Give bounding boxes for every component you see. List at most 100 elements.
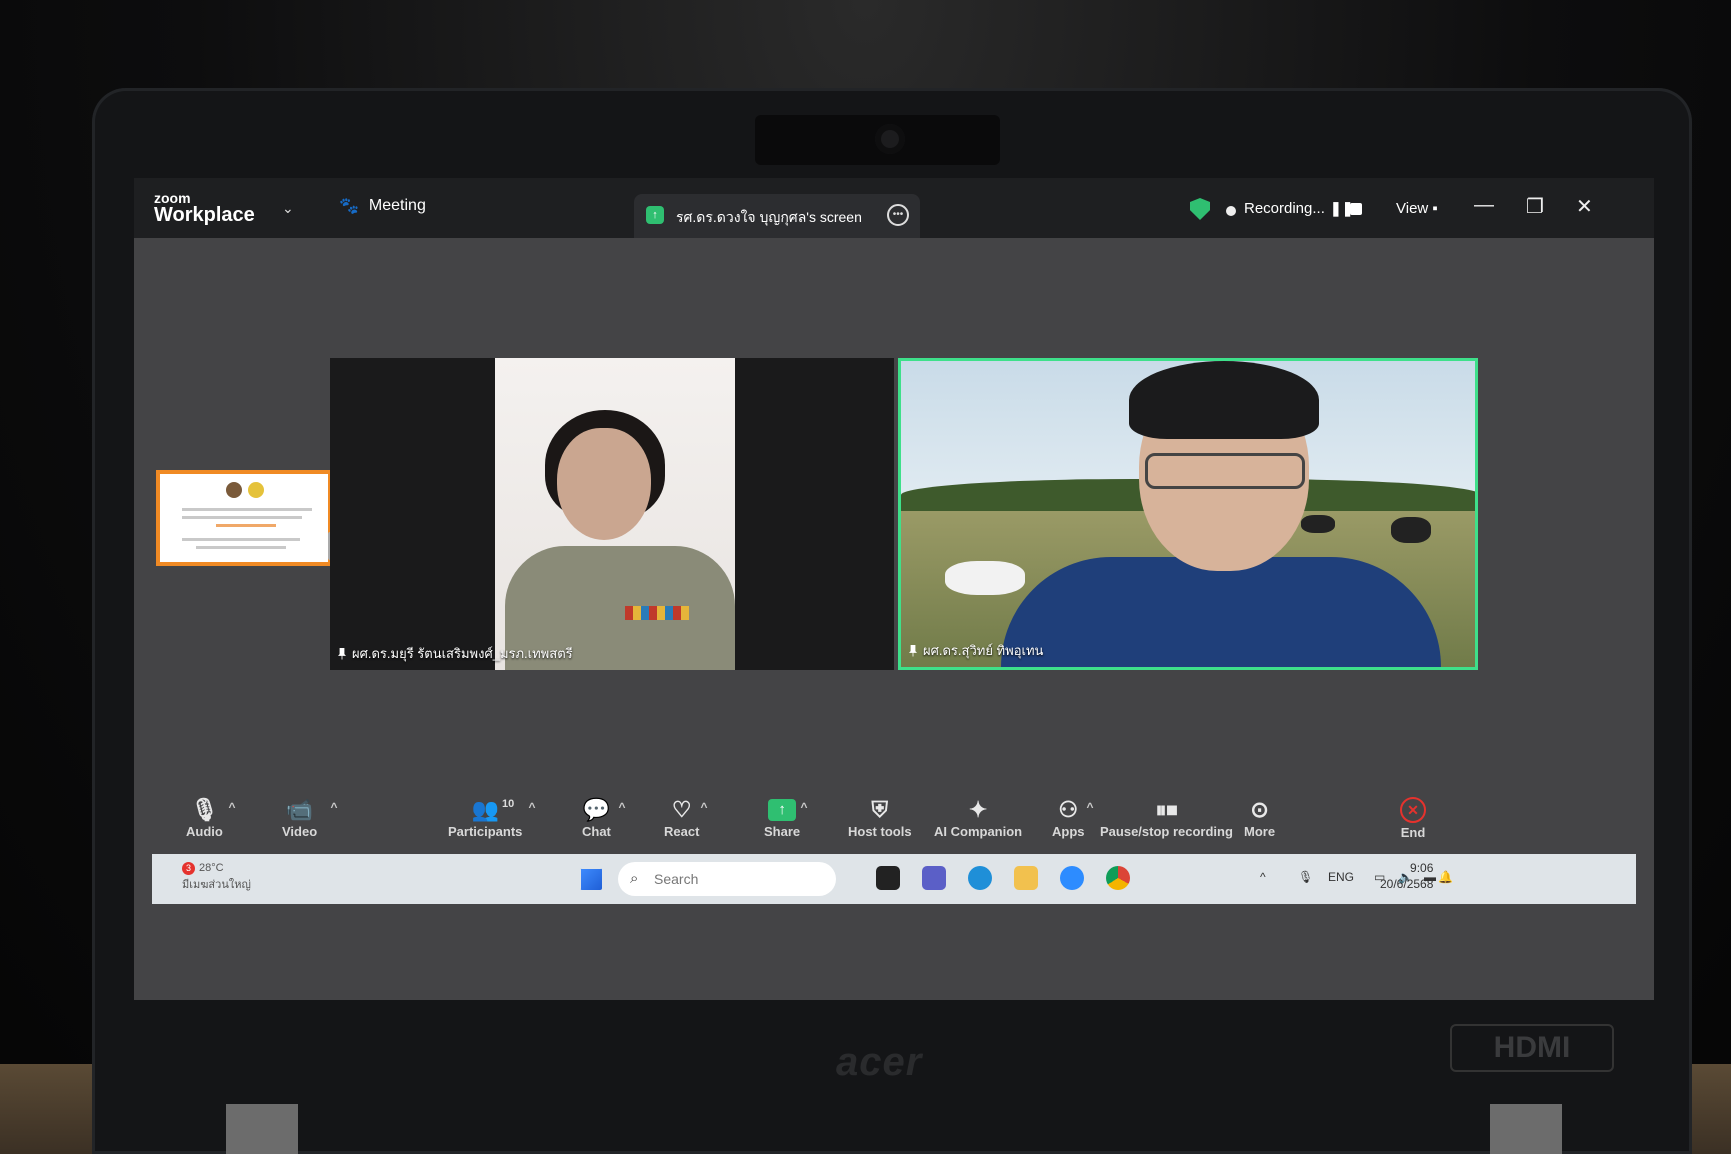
video-tile-participant[interactable]: ผศ.ดร.มยุรี รัตนเสริมพงศ์_มรภ.เทพสตรี: [330, 358, 894, 670]
chevron-up-icon[interactable]: ^: [701, 800, 708, 814]
task-view-icon[interactable]: [876, 866, 900, 890]
share-arrow-icon: ↑: [768, 799, 797, 821]
microphone-tray-icon[interactable]: 🎙: [1298, 870, 1313, 884]
video-label: Video: [282, 824, 318, 839]
thumbnail-text-line: [196, 546, 286, 549]
restore-icon[interactable]: ❐: [1526, 194, 1544, 219]
clock-date: 20/6/2568: [1380, 877, 1434, 891]
speaker-name-tag: ผศ.ดร.สุวิทย์ ทิพอุเทน: [909, 640, 1043, 661]
chevron-up-icon[interactable]: ^: [1087, 800, 1094, 814]
clock-time: 9:06: [1410, 861, 1434, 875]
taskbar-search[interactable]: ⌕ Search: [618, 862, 836, 896]
zoom-taskbar-icon[interactable]: [1060, 866, 1084, 890]
chevron-up-icon[interactable]: ^: [331, 800, 338, 814]
share-label: Share: [764, 824, 801, 839]
apps-label: Apps: [1052, 824, 1085, 839]
thumbnail-text-line: [182, 508, 312, 511]
video-camera-icon: 📹: [285, 797, 314, 822]
uniform-ribbon: [625, 606, 689, 620]
chevron-up-icon[interactable]: ^: [1260, 870, 1266, 884]
video-button[interactable]: 📹 Video: [282, 796, 317, 839]
seal-icon: [248, 482, 264, 498]
chat-label: Chat: [582, 824, 611, 839]
file-explorer-icon[interactable]: [1014, 866, 1038, 890]
host-tools-button[interactable]: ⛨ Host tools: [848, 796, 912, 839]
chevron-up-icon[interactable]: ^: [529, 800, 536, 814]
view-label: View: [1396, 200, 1429, 217]
stop-icon[interactable]: [1350, 203, 1362, 215]
windows-taskbar: 3 28°C มีเมฆส่วนใหญ่ ⌕ Search ^ 🎙 ENG ▭ 🔈…: [152, 854, 1636, 904]
thumbnail-text-line: [216, 524, 276, 527]
participants-button[interactable]: 👥 10 Participants: [448, 796, 522, 839]
participant-face: [557, 428, 651, 540]
share-button[interactable]: ↑ Share: [764, 796, 800, 839]
laptop-brand-logo: acer: [836, 1040, 923, 1084]
react-button[interactable]: ♡ React: [664, 796, 699, 839]
zoom-titlebar: zoom Workplace ⌄ 🐾 Meeting ↑ รศ.ดร.ดวงใจ…: [134, 178, 1654, 238]
language-indicator[interactable]: ENG: [1328, 870, 1354, 884]
more-label: More: [1244, 824, 1276, 839]
paw-icon: 🐾: [339, 198, 359, 215]
record-dot-icon: [1226, 206, 1236, 216]
chevron-down-icon[interactable]: ⌄: [282, 200, 294, 217]
audio-label: Audio: [186, 824, 223, 839]
chat-button[interactable]: 💬 Chat: [582, 796, 611, 839]
shared-screen-thumbnail[interactable]: [156, 470, 332, 566]
teams-icon[interactable]: [922, 866, 946, 890]
pause-stop-icon: ⏸⏹: [1155, 797, 1178, 822]
weather-widget[interactable]: 3 28°C มีเมฆส่วนใหญ่: [182, 862, 251, 893]
speaker-name: ผศ.ดร.สุวิทย์ ทิพอุเทน: [923, 643, 1044, 658]
share-tab-label: รศ.ดร.ดวงใจ บุญกุศล's screen: [676, 209, 862, 225]
chrome-icon[interactable]: [1106, 866, 1130, 890]
speaker-glasses: [1145, 453, 1305, 489]
speaker-body: [1001, 557, 1441, 667]
chevron-up-icon[interactable]: ^: [801, 800, 808, 814]
audio-button[interactable]: 🎙 Audio: [186, 796, 223, 839]
laptop-hinge: [1490, 1104, 1562, 1154]
chat-icon: 💬: [582, 797, 611, 822]
windows-start-icon[interactable]: [580, 868, 602, 890]
ai-companion-label: AI Companion: [934, 824, 1023, 839]
thumbnail-text-line: [182, 538, 300, 541]
host-shield-icon: ⛨: [871, 797, 889, 822]
system-clock[interactable]: 9:06 20/6/2568: [1380, 860, 1433, 892]
hdmi-logo: HDMI: [1450, 1024, 1614, 1072]
meeting-tab[interactable]: 🐾 Meeting: [339, 196, 426, 216]
edge-icon[interactable]: [968, 866, 992, 890]
seal-icon: [226, 482, 242, 498]
pause-stop-recording-button[interactable]: ⏸⏹ Pause/stop recording: [1100, 796, 1233, 839]
heart-icon: ♡: [671, 797, 692, 822]
more-button[interactable]: ⊙ More: [1244, 796, 1275, 839]
screen-share-tab[interactable]: ↑ รศ.ดร.ดวงใจ บุญกุศล's screen •••: [634, 194, 920, 238]
ai-companion-button[interactable]: ✦ AI Companion: [934, 796, 1022, 839]
close-icon[interactable]: ✕: [1576, 194, 1593, 219]
participant-video: [495, 358, 735, 670]
pause-stop-label: Pause/stop recording: [1100, 824, 1233, 839]
apps-icon: ⚇: [1058, 797, 1079, 822]
weather-badge: 3: [182, 862, 195, 875]
weather-temp: 28°C: [199, 862, 224, 874]
apps-button[interactable]: ⚇ Apps: [1052, 796, 1085, 839]
workplace-label: Workplace: [154, 204, 255, 226]
notification-bell-icon[interactable]: 🔔: [1438, 870, 1453, 884]
ellipsis-icon[interactable]: •••: [887, 204, 909, 226]
view-button[interactable]: View ▪: [1396, 200, 1438, 217]
end-button[interactable]: ✕ End: [1400, 796, 1426, 840]
shield-check-icon[interactable]: [1190, 198, 1210, 220]
minimize-icon[interactable]: —: [1474, 194, 1494, 217]
search-icon: ⌕: [630, 870, 639, 887]
video-tile-active-speaker[interactable]: ผศ.ดร.สุวิทย์ ทิพอุเทน: [898, 358, 1478, 670]
participants-label: Participants: [448, 824, 523, 839]
weather-desc: มีเมฆส่วนใหญ่: [182, 879, 251, 891]
view-icon: ▪: [1432, 200, 1438, 217]
chevron-up-icon[interactable]: ^: [229, 800, 236, 814]
laptop-hinge: [226, 1104, 298, 1154]
end-label: End: [1400, 825, 1426, 840]
cow-figure: [1391, 517, 1431, 543]
chevron-up-icon[interactable]: ^: [619, 800, 626, 814]
pin-icon: [338, 647, 346, 660]
webcam-lens: [875, 124, 905, 154]
microphone-icon: 🎙: [190, 797, 219, 822]
screen-share-indicator-icon: ↑: [646, 206, 664, 224]
participant-name: ผศ.ดร.มยุรี รัตนเสริมพงศ์_มรภ.เทพสตรี: [352, 646, 573, 661]
